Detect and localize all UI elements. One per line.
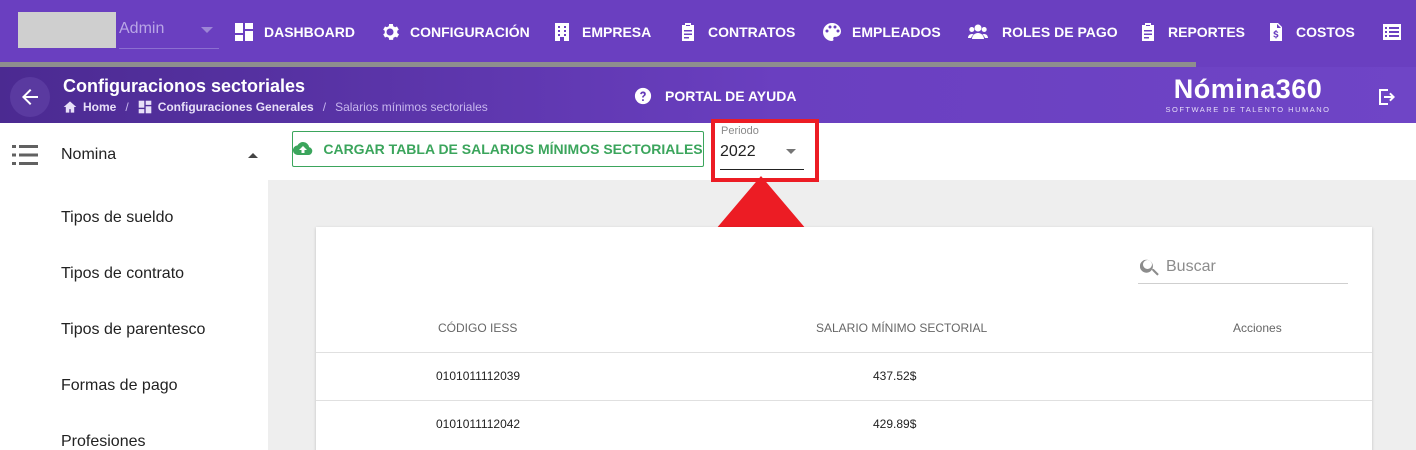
cell-salario-minimo: 437.52$ [873,369,917,383]
search-field[interactable] [1138,251,1348,284]
breadcrumb-separator: / [125,100,129,114]
dashboard-icon [235,23,253,41]
arrow-left-icon [22,89,38,105]
salary-table-card: CÓDIGO IESS SALARIO MÍNIMO SECTORIAL Acc… [316,227,1372,450]
question-circle-icon [634,87,652,105]
home-icon [63,101,77,113]
sidebar-group-label: Nomina [61,146,117,163]
user-name[interactable]: Admin [119,20,164,38]
table-row[interactable]: 0101011112042 429.89$ [316,400,1372,448]
nav-more[interactable] [1382,19,1412,45]
logout-button[interactable] [1376,86,1398,108]
chevron-up-icon [248,153,258,158]
top-navigation-bar: Admin DASHBOARD CONFIGURACIÓN EMPRESA CO… [0,0,1416,63]
help-portal-label: PORTAL DE AYUDA [665,88,797,104]
nav-empresa[interactable]: EMPRESA [552,19,651,45]
cloud-upload-icon [293,142,313,156]
page-title: Configuracionos sectoriales [63,76,306,96]
table-row[interactable]: 0101011112039 437.52$ [316,352,1372,400]
breadcrumb-configuraciones-generales[interactable]: Configuraciones Generales [158,100,314,114]
breadcrumb-home[interactable]: Home [83,100,116,114]
nav-costos-label: COSTOS [1296,24,1355,40]
app-root: Admin DASHBOARD CONFIGURACIÓN EMPRESA CO… [0,0,1416,450]
brand-name: Nómina360 [1173,74,1323,104]
brand-logo: Nómina360 SOFTWARE DE TALENTO HUMANO [1158,74,1338,114]
nav-dashboard-label: DASHBOARD [264,24,355,40]
nav-contratos-label: CONTRATOS [708,24,796,40]
list-icon [1383,24,1401,40]
clipboard-icon [682,23,694,41]
help-portal-link[interactable]: PORTAL DE AYUDA [634,87,796,105]
brand-tagline: SOFTWARE DE TALENTO HUMANO [1165,105,1331,114]
nav-roles-de-pago[interactable]: ROLES DE PAGO [964,19,1118,45]
nav-empleados-label: EMPLEADOS [852,24,941,40]
search-input[interactable] [1166,258,1336,276]
sidebar-item-tipos-de-contrato[interactable]: Tipos de contrato [0,246,268,302]
cell-salario-minimo: 429.89$ [873,417,917,431]
nav-contratos[interactable]: CONTRATOS [678,19,795,45]
gear-icon [383,24,399,40]
building-icon [555,23,569,41]
page-header: Configuracionos sectoriales Home / Confi… [0,67,1416,123]
upload-salary-table-button[interactable]: CARGAR TABLA DE SALARIOS MÍNIMOS SECTORI… [292,131,704,167]
sidebar-item-formas-de-pago[interactable]: Formas de pago [0,358,268,414]
nav-empleados[interactable]: EMPLEADOS [822,19,941,45]
cell-codigo-iess: 0101011112042 [436,417,521,431]
nav-configuracion[interactable]: CONFIGURACIÓN [380,19,530,45]
nav-empresa-label: EMPRESA [582,24,652,40]
palette-icon [823,23,841,41]
upload-salary-table-label: CARGAR TABLA DE SALARIOS MÍNIMOS SECTORI… [323,141,703,157]
breadcrumb-separator: / [322,100,327,114]
invoice-dollar-icon [1270,23,1282,41]
breadcrumb: Home / Configuraciones Generales / Salar… [63,100,488,114]
search-icon [1140,259,1159,276]
user-avatar[interactable] [18,12,116,48]
users-icon [968,24,988,39]
nav-dashboard[interactable]: DASHBOARD [234,19,355,45]
nav-costos[interactable]: COSTOS [1266,19,1355,45]
user-dropdown-caret-icon[interactable] [201,27,213,33]
sidebar-item-tipos-de-sueldo[interactable]: Tipos de sueldo [0,190,268,246]
toolbar: CARGAR TABLA DE SALARIOS MÍNIMOS SECTORI… [268,119,1416,182]
sidebar-group-nomina[interactable]: Nomina [0,123,268,185]
logout-icon [1379,89,1395,105]
nav-roles-de-pago-label: ROLES DE PAGO [1002,24,1118,40]
highlight-box [711,119,819,182]
sidebar-item-profesiones[interactable]: Profesiones [0,414,268,450]
main-content: CARGAR TABLA DE SALARIOS MÍNIMOS SECTORI… [268,119,1416,450]
user-select-underline [119,48,219,49]
menu-list-icon [12,144,38,166]
back-button[interactable] [10,77,50,117]
sidebar: Nomina Tipos de sueldo Tipos de contrato… [0,123,268,450]
cell-codigo-iess: 0101011112039 [436,369,521,383]
column-header-acciones: Acciones [1233,321,1282,335]
nav-reportes[interactable]: REPORTES [1138,19,1245,45]
nav-configuracion-label: CONFIGURACIÓN [410,24,530,40]
sidebar-item-tipos-de-parentesco[interactable]: Tipos de parentesco [0,302,268,358]
column-header-codigo-iess[interactable]: CÓDIGO IESS [438,321,517,335]
column-header-salario-minimo[interactable]: SALARIO MÍNIMO SECTORIAL [816,321,987,335]
clipboard-icon [1142,23,1154,41]
nav-reportes-label: REPORTES [1168,24,1246,40]
breadcrumb-current: Salarios mínimos sectoriales [335,100,488,114]
dashboard-icon [138,100,151,114]
